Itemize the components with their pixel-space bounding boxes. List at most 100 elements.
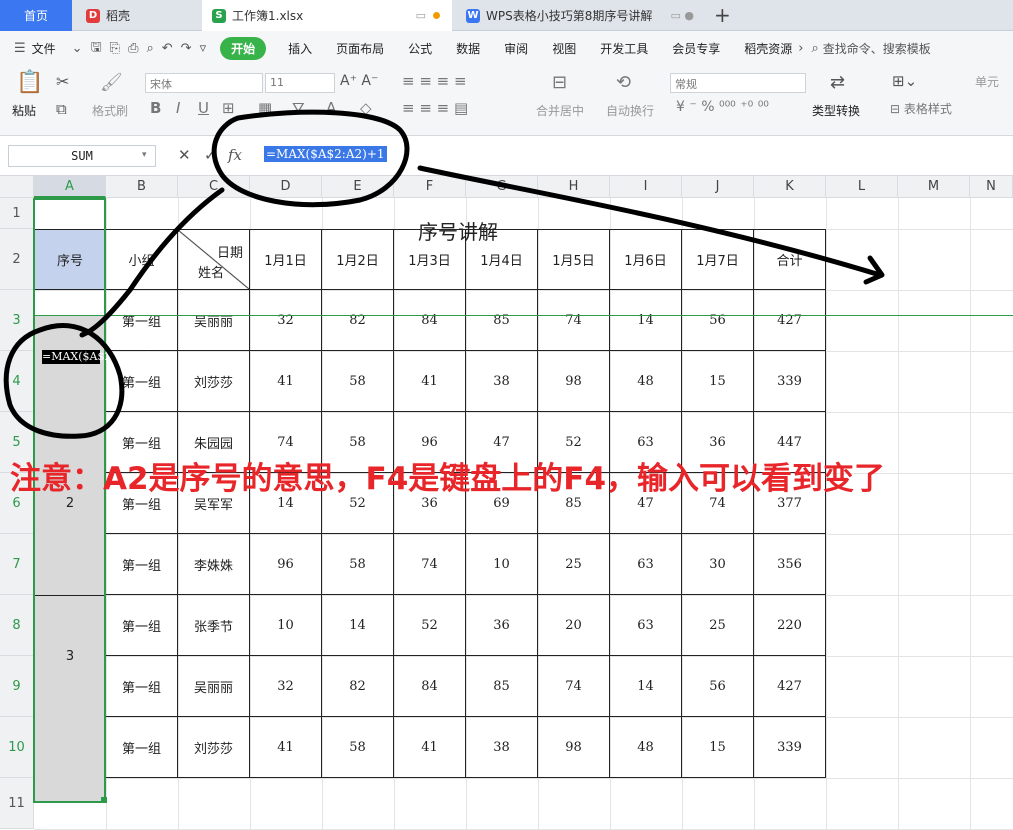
table-cell-value[interactable]: 15 <box>682 717 754 778</box>
more-icon[interactable]: ▿ <box>196 41 211 56</box>
table-cell-value[interactable]: 32 <box>250 290 322 351</box>
tab-daoke[interactable]: D 稻壳 <box>76 0 200 31</box>
redo-icon[interactable]: ↷ <box>177 41 196 56</box>
table-cell-total[interactable]: 220 <box>754 595 826 656</box>
spreadsheet-grid[interactable]: A B C D E F G H I J K L M N 1 2 3 4 5 6 7 8 9 10 11 序号 小组 日期 姓名 1月1日 1… <box>0 176 1013 830</box>
table-cell-value[interactable]: 38 <box>466 717 538 778</box>
tab-workbook[interactable]: S 工作簿1.xlsx ▭ <box>202 0 452 31</box>
table-cell-value[interactable]: 32 <box>250 656 322 717</box>
column-header-i[interactable]: I <box>610 176 682 198</box>
print-icon[interactable]: ⎙ <box>124 41 142 56</box>
menu-file[interactable]: 文件 <box>30 40 68 57</box>
font-grow-icon[interactable]: A⁺ A⁻ <box>340 73 378 89</box>
currency-icon[interactable]: ¥ ⁻ % ⁰⁰⁰ ⁺⁰ ⁰⁰ <box>676 99 769 115</box>
table-cell-value[interactable]: 84 <box>394 290 466 351</box>
table-cell-value[interactable]: 58 <box>322 717 394 778</box>
underline-icon[interactable]: U <box>198 99 209 117</box>
convert-icon[interactable]: ⇄ <box>830 72 845 93</box>
table-cell-value[interactable]: 41 <box>394 351 466 412</box>
table-cell-value[interactable]: 84 <box>394 656 466 717</box>
table-cell-group[interactable]: 第一组 <box>106 717 178 778</box>
header-group[interactable]: 小组 <box>106 229 178 290</box>
table-cell-group[interactable]: 第一组 <box>106 656 178 717</box>
header-day[interactable]: 1月2日 <box>322 229 394 290</box>
formula-input[interactable]: =MAX($A$2:A2)+1 <box>264 146 387 162</box>
row-header-7[interactable]: 7 <box>0 534 34 595</box>
wrap-text-button[interactable]: 自动换行 <box>606 102 654 119</box>
column-header-a[interactable]: A <box>34 176 106 198</box>
table-cell-total[interactable]: 339 <box>754 717 826 778</box>
row-header-11[interactable]: 11 <box>0 778 34 829</box>
menu-member[interactable]: 会员专享 <box>660 40 732 57</box>
number-format-select[interactable]: 常规 <box>670 73 806 93</box>
window-icon[interactable]: ▭ ● <box>671 9 695 22</box>
table-cell-value[interactable]: 14 <box>610 656 682 717</box>
row-header-8[interactable]: 8 <box>0 595 34 656</box>
table-cell-value[interactable]: 15 <box>682 351 754 412</box>
font-size-select[interactable]: 11 <box>265 73 335 93</box>
menu-developer[interactable]: 开发工具 <box>588 40 660 57</box>
row-header-9[interactable]: 9 <box>0 656 34 717</box>
column-header-d[interactable]: D <box>250 176 322 198</box>
table-cell-value[interactable]: 14 <box>610 290 682 351</box>
table-cell-name[interactable]: 李姝姝 <box>178 534 250 595</box>
table-cell-value[interactable]: 30 <box>682 534 754 595</box>
table-cell-value[interactable]: 85 <box>466 656 538 717</box>
save-icon[interactable]: 🖫 <box>87 38 106 60</box>
menu-data[interactable]: 数据 <box>444 40 492 57</box>
column-header-g[interactable]: G <box>466 176 538 198</box>
table-cell-value[interactable]: 10 <box>466 534 538 595</box>
table-cell-value[interactable]: 52 <box>394 595 466 656</box>
table-cell-value[interactable]: 74 <box>538 290 610 351</box>
align-left-icon[interactable]: ≡ ≡ ≡ ▤ <box>402 99 468 117</box>
row-header-3[interactable]: 3 <box>0 290 34 351</box>
table-cell-value[interactable]: 98 <box>538 351 610 412</box>
table-cell-value[interactable]: 74 <box>538 656 610 717</box>
menu-view[interactable]: 视图 <box>540 40 588 57</box>
font-family-select[interactable]: 宋体 <box>145 73 263 93</box>
wrap-icon[interactable]: ⟲ <box>616 72 631 93</box>
header-date-name[interactable]: 日期 姓名 <box>178 229 250 290</box>
brush-icon[interactable]: 🖌 <box>100 72 123 93</box>
header-day[interactable]: 1月6日 <box>610 229 682 290</box>
cell-button[interactable]: 单元 <box>975 73 999 90</box>
header-day[interactable]: 1月7日 <box>682 229 754 290</box>
table-cell-value[interactable]: 58 <box>322 534 394 595</box>
column-header-k[interactable]: K <box>754 176 826 198</box>
chevron-down-icon[interactable]: ▾ <box>142 150 147 160</box>
column-header-b[interactable]: B <box>106 176 178 198</box>
menu-start[interactable]: 开始 <box>220 37 267 60</box>
menu-page-layout[interactable]: 页面布局 <box>324 40 396 57</box>
table-cell-value[interactable]: 98 <box>538 717 610 778</box>
table-cell-group[interactable]: 第一组 <box>106 290 178 351</box>
column-header-f[interactable]: F <box>394 176 466 198</box>
column-header-m[interactable]: M <box>898 176 970 198</box>
header-total[interactable]: 合计 <box>754 229 826 290</box>
table-cell-total[interactable]: 427 <box>754 290 826 351</box>
table-cell-name[interactable]: 吴丽丽 <box>178 656 250 717</box>
table-cell-value[interactable]: 38 <box>466 351 538 412</box>
table-cell-value[interactable]: 10 <box>250 595 322 656</box>
undo-icon[interactable]: ↶ <box>158 41 177 56</box>
table-cell-name[interactable]: 刘莎莎 <box>178 351 250 412</box>
table-cell-value[interactable]: 48 <box>610 717 682 778</box>
menu-review[interactable]: 审阅 <box>492 40 540 57</box>
table-icon[interactable]: ⊞⌄ <box>892 72 917 90</box>
font-color-icon[interactable]: ⛛ <box>292 99 305 117</box>
table-cell-value[interactable]: 56 <box>682 290 754 351</box>
table-cell-value[interactable]: 36 <box>466 595 538 656</box>
table-cell-value[interactable]: 63 <box>610 534 682 595</box>
menu-insert[interactable]: 插入 <box>276 40 324 57</box>
table-cell-name[interactable]: 吴丽丽 <box>178 290 250 351</box>
confirm-icon[interactable]: ✓ <box>204 146 217 164</box>
row-header-10[interactable]: 10 <box>0 717 34 778</box>
chevron-down-icon[interactable]: ⌄ <box>68 41 87 56</box>
copy-icon[interactable]: ⧉ <box>56 100 67 118</box>
table-cell-total[interactable]: 427 <box>754 656 826 717</box>
table-cell-value[interactable]: 82 <box>322 656 394 717</box>
menu-formula[interactable]: 公式 <box>396 40 444 57</box>
table-cell-group[interactable]: 第一组 <box>106 595 178 656</box>
preview-icon[interactable]: ⌕ <box>142 41 157 56</box>
column-header-j[interactable]: J <box>682 176 754 198</box>
table-cell-value[interactable]: 74 <box>394 534 466 595</box>
